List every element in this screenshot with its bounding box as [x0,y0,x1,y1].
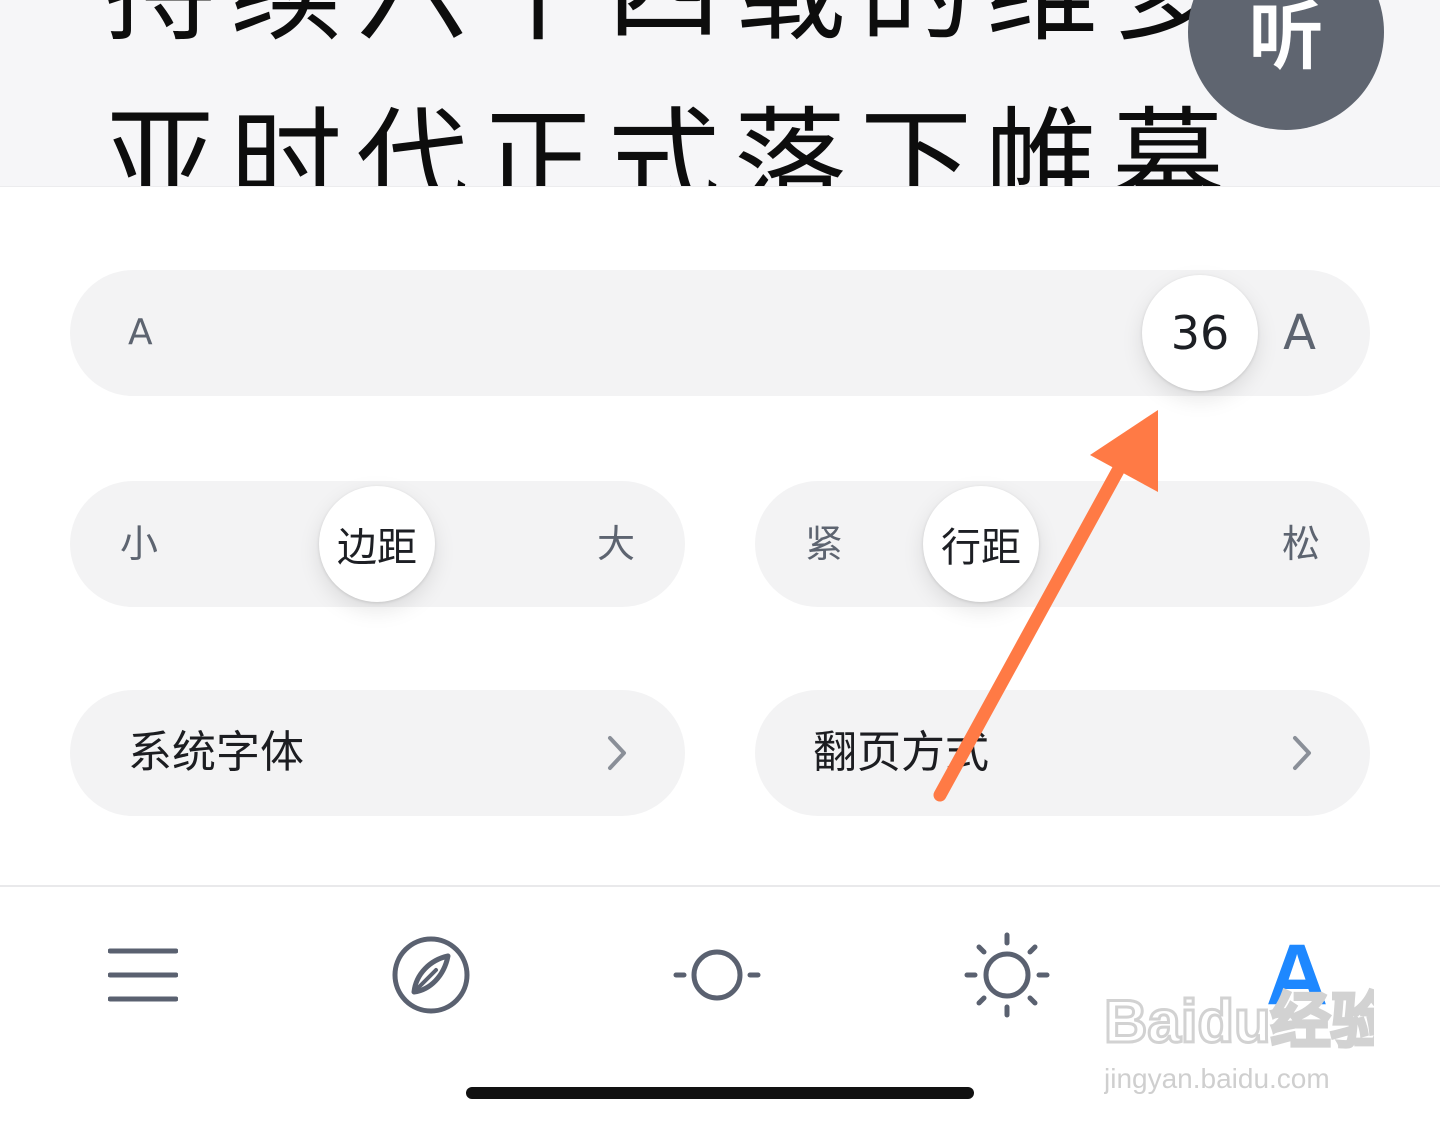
page-turn-label: 翻页方式 [813,727,989,778]
night-mode-icon [673,949,761,1001]
font-size-large-label: A [1283,305,1316,361]
menu-button[interactable] [98,930,188,1020]
brightness-button[interactable] [962,930,1052,1020]
font-settings-icon: A [1265,927,1329,1023]
line-spacing-knob-label: 行距 [941,525,1021,571]
system-font-label: 系统字体 [128,727,304,778]
article-line-1: 持续六十四载的维多 [104,0,1238,48]
line-spacing-knob[interactable]: 行距 [923,486,1039,602]
article-line-2: 亚时代正式落下帷幕 [104,97,1238,187]
line-spacing-loose-label: 松 [1281,522,1320,566]
brightness-icon [964,932,1050,1018]
toolbar-divider [0,885,1440,887]
night-mode-button[interactable] [672,930,762,1020]
discover-button[interactable] [386,930,476,1020]
line-spacing-tight-label: 紧 [805,522,844,566]
listen-label: 听 [1249,0,1323,80]
font-size-small-label: A [128,312,153,353]
font-size-knob[interactable]: 36 [1142,275,1258,391]
font-settings-button[interactable]: A [1252,930,1342,1020]
menu-icon [108,948,178,1002]
chevron-right-icon [608,736,626,770]
chevron-right-icon [1293,736,1311,770]
system-font-row[interactable]: 系统字体 [70,690,685,816]
margin-knob-label: 边距 [337,525,417,571]
compass-icon [392,936,470,1014]
page-turn-row[interactable]: 翻页方式 [755,690,1370,816]
margin-knob[interactable]: 边距 [319,486,435,602]
font-size-slider[interactable]: A 36 A [70,270,1370,396]
margin-large-label: 大 [596,522,635,566]
watermark-url: jingyan.baidu.com [1104,1063,1330,1094]
home-indicator [466,1087,974,1099]
margin-small-label: 小 [120,522,159,566]
article-preview: 持续六十四载的维多 亚时代正式落下帷幕 听 [0,0,1440,187]
margin-slider[interactable]: 小 边距 大 [70,481,685,607]
line-spacing-slider[interactable]: 紧 行距 松 [755,481,1370,607]
font-size-value: 36 [1170,306,1230,360]
